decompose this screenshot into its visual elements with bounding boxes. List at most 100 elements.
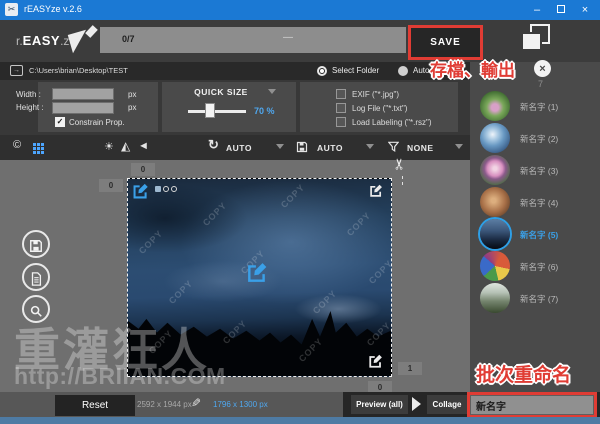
preview-all-button[interactable]: Preview (all) [351,395,408,414]
path-bar: → C:\Users\brian\Desktop\TEST Select Fol… [0,62,470,80]
progress-count: 0/7 [122,34,135,44]
grid-icon[interactable] [33,143,36,146]
thumbnail-label: 新名字 (4) [520,198,559,208]
thumbnail-image[interactable] [480,251,510,281]
rotate-icon[interactable]: ↻ [208,137,219,153]
rotate-dropdown-chevron-icon[interactable] [276,144,284,149]
thumbnail-image[interactable] [480,219,510,249]
file-list-item-5-selected[interactable]: 新名字 (5) [478,219,598,250]
filter-dropdown-chevron-icon[interactable] [455,144,463,149]
copyright-stamp-icon[interactable]: © [13,139,21,151]
new-size-value: 1796 x 1300 px [213,400,268,409]
logfile-label: Log File ("*.txt") [352,104,408,113]
crop-mini-toolbar [155,186,177,192]
resize-pencil-icon: ✎ [191,396,202,410]
width-label: Width : [16,90,41,99]
thumbnail-image[interactable] [480,155,510,185]
flip-horizontal-icon[interactable]: ◭ [121,139,130,153]
constrain-checkbox[interactable]: ✓ [55,117,65,127]
reset-button[interactable]: Reset [55,395,135,416]
thumbnail-image[interactable] [480,91,510,121]
crop-cutline [402,176,403,185]
rename-annotation-box [467,392,597,418]
exif-label: EXIF ("*.jpg") [352,90,400,99]
maximize-button[interactable] [550,0,572,20]
minimize-button[interactable]: – [526,0,548,20]
quick-size-panel: QUICK SIZE 70 % [162,82,296,132]
rotate-mode-value[interactable]: AUTO [226,143,252,153]
thumbnail-label: 新名字 (2) [520,134,559,144]
output-options-panel: EXIF ("*.jpg") Log File ("*.txt") Load L… [300,82,458,132]
file-list-item-2[interactable]: 新名字 (2) [478,123,598,154]
width-input[interactable] [52,88,114,100]
height-input[interactable] [52,102,114,114]
folder-path[interactable]: C:\Users\brian\Desktop\TEST [29,66,128,75]
file-count: 7 [538,79,544,89]
load-labeling-checkbox[interactable] [336,117,346,127]
crop-offset-top: 0 [131,163,155,176]
crop-offset-left: 0 [99,179,123,192]
save-single-button[interactable] [22,230,50,258]
filter-funnel-icon [387,140,400,158]
file-list-item-1[interactable]: 新名字 (1) [478,91,598,122]
brightness-icon[interactable]: ☀ [104,140,114,153]
save-button[interactable]: SAVE [411,28,480,57]
flip-vertical-icon[interactable]: ◄ [138,140,149,152]
original-size-value: 2592 x 1944 px [137,400,192,409]
bottom-bar: Reset 2592 x 1944 px ✎ 1796 x 1300 px Pr… [0,392,600,418]
auto-folder-radio[interactable] [398,66,408,76]
quick-size-label[interactable]: QUICK SIZE [162,87,280,97]
annotation-save-export: 存檔、輸出 [430,61,515,80]
open-folder-button[interactable] [521,24,557,55]
crop-scissors-icon[interactable]: ✂ [390,158,408,171]
resize-mode-value[interactable]: AUTO [317,143,343,153]
document-icon [31,272,42,286]
thumbnail-image[interactable] [480,283,510,313]
file-list-item-6[interactable]: 新名字 (6) [478,251,598,282]
select-folder-label: Select Folder [332,66,380,75]
photo-preview[interactable]: COPY COPY COPY COPY COPY COPY COPY COPY … [127,178,392,377]
progress-bar: 0/7 — [100,27,406,53]
progress-dash: — [283,32,293,43]
file-info-button[interactable] [22,263,50,291]
exif-checkbox[interactable] [336,89,346,99]
magnifier-icon [30,305,42,317]
zoom-preview-button[interactable] [22,295,50,323]
file-list-item-3[interactable]: 新名字 (3) [478,155,598,186]
select-folder-radio[interactable] [317,66,327,76]
thumbnail-label: 新名字 (7) [520,294,559,304]
next-arrow-icon[interactable] [412,397,421,411]
settings-band: Width : px Height : px ✓ Constrain Prop.… [0,80,470,135]
crop-edit-icon-center[interactable] [246,262,267,282]
thumbnail-label: 新名字 (1) [520,102,559,112]
quick-size-slider-handle[interactable] [205,103,215,118]
quick-size-chevron-icon[interactable] [268,89,276,94]
batch-rename-input[interactable] [470,395,594,415]
file-list-sidebar: × 7 新名字 (1) 新名字 (2) 新名字 (3) 新名字 (4) 新名字 … [470,60,600,392]
resize-dropdown-chevron-icon[interactable] [366,144,374,149]
thumbnail-label: 新名字 (5) [520,230,559,240]
quick-size-slider-track[interactable] [188,110,246,113]
filter-mode-value[interactable]: NONE [407,143,434,153]
folder-front-icon [521,32,542,51]
height-px-label: px [128,103,137,112]
thumbnail-image[interactable] [480,187,510,217]
crop-edit-icon-bottomright[interactable] [368,354,384,370]
width-px-label: px [128,90,137,99]
app-window: ✂ rEASYze v.2.6 – × r.EASY.ze 0/7 — SAVE… [0,0,600,424]
app-icon: ✂ [5,3,18,16]
thumbnail-image[interactable] [480,123,510,153]
clear-list-button[interactable]: × [534,60,551,77]
file-list-item-7[interactable]: 新名字 (7) [478,283,598,314]
quick-size-percent: 70 % [254,106,275,116]
close-button[interactable]: × [574,0,596,20]
logfile-checkbox[interactable] [336,103,346,113]
size-panel: Width : px Height : px ✓ Constrain Prop. [16,82,158,132]
title-bar: ✂ rEASYze v.2.6 – × [0,0,600,20]
maximize-icon [557,5,565,13]
load-labeling-label: Load Labeling ("*.rsz") [352,118,432,127]
collage-button[interactable]: Collage [427,395,467,414]
crop-edit-icon-topright[interactable] [369,184,385,200]
file-list-item-4[interactable]: 新名字 (4) [478,187,598,218]
crop-edit-icon-topleft[interactable] [132,183,148,199]
